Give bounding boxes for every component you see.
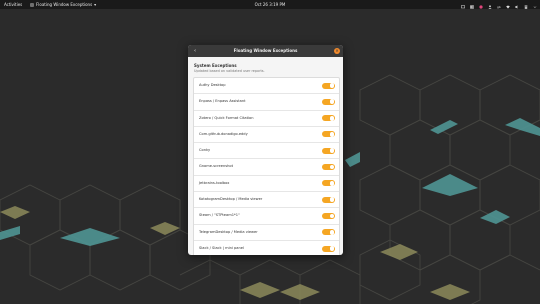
list-item: KotatogramDesktop / Media viewer xyxy=(194,192,339,209)
clock-label[interactable]: Oct 26 3:19 PM xyxy=(255,0,286,9)
toggle-switch[interactable] xyxy=(322,229,335,236)
toggle-knob xyxy=(329,132,335,137)
list-item: Gnome-screenshot xyxy=(194,159,339,176)
toggle-knob xyxy=(329,164,335,170)
toggle-knob xyxy=(329,229,335,235)
section-title: System Exceptions xyxy=(194,63,237,68)
exceptions-list: Authy Desktop Enpass / Enpass Assistant … xyxy=(193,77,340,255)
back-button[interactable]: ‹ xyxy=(192,48,198,54)
list-item-label: Jetbrains-toolbox xyxy=(199,180,230,185)
screen-icon[interactable] xyxy=(461,3,465,8)
toggle-switch[interactable] xyxy=(322,180,335,187)
notification-icon[interactable] xyxy=(479,3,483,9)
toggle-switch[interactable] xyxy=(322,131,335,138)
toggle-knob xyxy=(329,115,335,121)
list-item: Authy Desktop xyxy=(194,78,339,95)
list-item: Zotero / Quick Format Citation xyxy=(194,111,339,127)
close-button[interactable]: ✕ xyxy=(334,48,340,54)
list-item-label: Zotero / Quick Format Citation xyxy=(199,115,254,120)
toggle-switch[interactable] xyxy=(322,82,335,89)
list-item: Steam / "STPteam1*1" xyxy=(194,208,339,225)
section-subtitle: Updated based on validated user reports. xyxy=(194,69,265,73)
dialog-title: Floating Window Exceptions xyxy=(233,48,298,53)
battery-icon[interactable] xyxy=(524,3,528,9)
list-item: Jetbrains-toolbox xyxy=(194,176,339,193)
toggle-switch[interactable] xyxy=(322,164,335,171)
toggle-switch[interactable] xyxy=(322,196,335,203)
toggle-switch[interactable] xyxy=(322,98,335,105)
list-item-label: Authy Desktop xyxy=(199,83,226,87)
keyboard-layout-icon[interactable]: gb xyxy=(497,3,501,9)
list-item-label: TelegramDesktop / Media viewer xyxy=(199,229,258,234)
list-item: TelegramDesktop / Media viewer xyxy=(194,225,339,241)
toggle-knob xyxy=(329,148,335,154)
toggle-switch[interactable] xyxy=(322,245,335,252)
list-item-label: KotatogramDesktop / Media viewer xyxy=(199,197,263,202)
toggle-knob xyxy=(329,180,335,186)
system-tray: gb xyxy=(461,0,537,9)
floating-exceptions-dialog: ‹ Floating Window Exceptions ✕ System Ex… xyxy=(188,45,343,255)
list-item-label: Enpass / Enpass Assistant xyxy=(199,99,246,104)
tiling-icon[interactable] xyxy=(470,3,474,9)
power-menu-icon[interactable] xyxy=(533,3,537,8)
user-icon[interactable] xyxy=(488,3,492,9)
volume-icon[interactable] xyxy=(515,3,519,9)
toggle-switch[interactable] xyxy=(322,212,335,219)
toggle-switch[interactable] xyxy=(322,115,335,122)
toggle-knob xyxy=(329,83,335,88)
toggle-switch[interactable] xyxy=(322,147,335,154)
list-item: Enpass / Enpass Assistant xyxy=(194,94,339,111)
dialog-header: ‹ Floating Window Exceptions ✕ xyxy=(188,45,343,57)
toggle-knob xyxy=(329,246,335,251)
svg-text:gb: gb xyxy=(497,5,501,9)
list-item: Conky xyxy=(194,143,339,160)
toggle-knob xyxy=(329,213,335,219)
toggle-knob xyxy=(329,99,335,105)
list-item: Slack / Slack | mini panel xyxy=(194,241,339,255)
top-bar: Activities Floating Window Exceptions ▾ … xyxy=(0,0,540,9)
list-item-label: Steam / "STPteam1*1" xyxy=(199,213,240,218)
wifi-icon[interactable] xyxy=(506,3,510,9)
list-item-label: Gnome-screenshot xyxy=(199,164,233,169)
list-item: Com.github.donadigo.eddy xyxy=(194,127,339,144)
toggle-knob xyxy=(329,197,335,203)
list-item-label: Com.github.donadigo.eddy xyxy=(199,131,248,136)
list-item-label: Slack / Slack | mini panel xyxy=(199,245,244,250)
list-item-label: Conky xyxy=(199,148,211,153)
clock: Oct 26 3:19 PM xyxy=(0,0,540,9)
